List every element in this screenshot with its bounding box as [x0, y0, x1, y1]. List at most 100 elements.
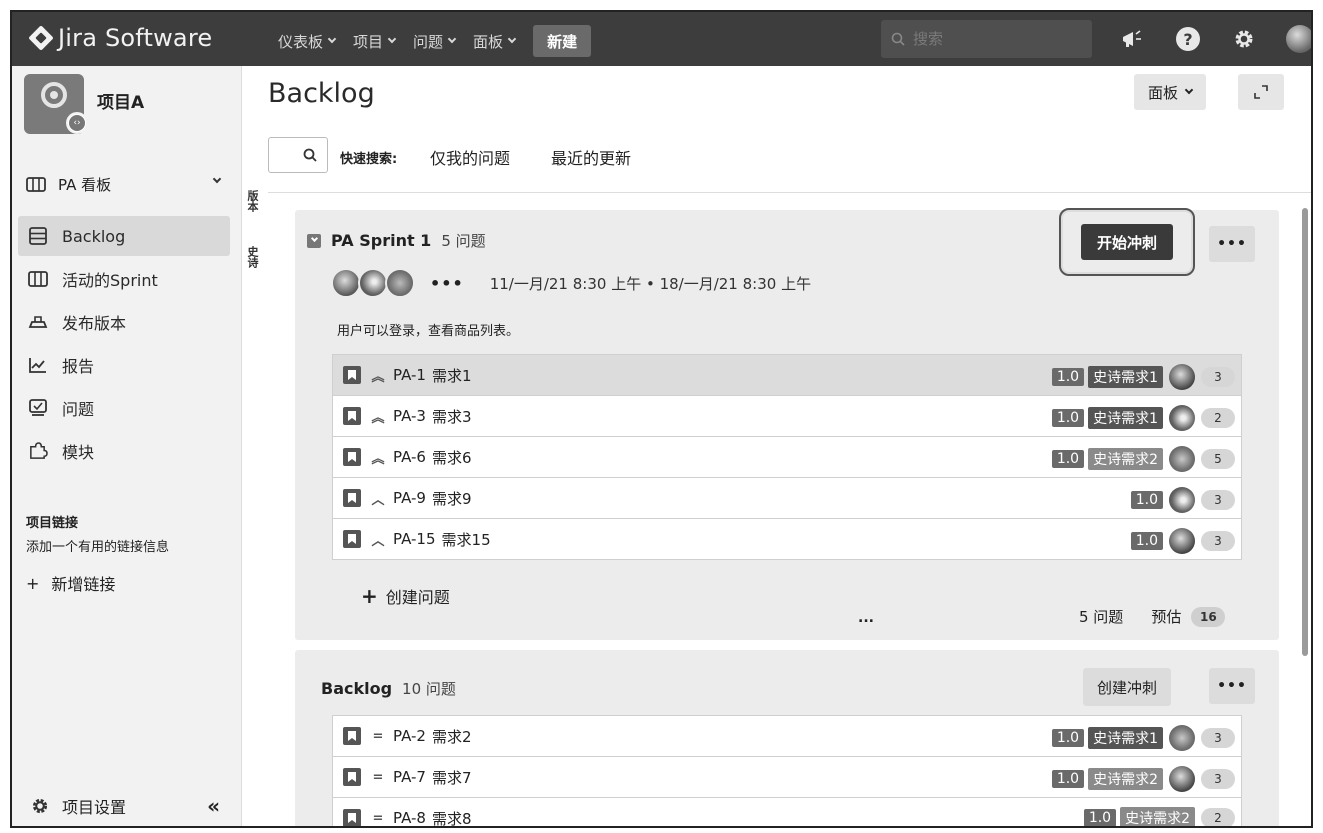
create-issue-label: 创建问题 — [385, 588, 450, 607]
version-badge[interactable]: 1.0 — [1130, 532, 1163, 550]
story-points: 2 — [1201, 808, 1235, 826]
sprint-goal: 用户可以登录，查看商品列表。 — [337, 324, 520, 339]
version-badge[interactable]: 1.0 — [1051, 450, 1085, 468]
issue-key[interactable]: PA-7 — [393, 768, 426, 786]
chart-icon — [28, 356, 48, 374]
sidebar-item-releases[interactable]: 发布版本 — [18, 302, 230, 342]
issue-key[interactable]: PA-6 — [393, 448, 426, 466]
version-badge[interactable]: 1.0 — [1051, 770, 1085, 788]
board-button[interactable]: 面板 — [1134, 74, 1207, 110]
issue-meta: 1.0 3 — [1130, 528, 1235, 554]
notifications-icon[interactable] — [1117, 24, 1147, 54]
backlog-more-button[interactable]: ••• — [1209, 668, 1255, 704]
issue-key[interactable]: PA-2 — [393, 727, 426, 745]
tab-epics[interactable]: 史诗 — [244, 246, 260, 268]
priority-normal-icon: = — [372, 810, 384, 826]
scrollbar[interactable] — [1302, 208, 1308, 656]
issue-summary: 需求1 — [431, 366, 472, 385]
table-row[interactable]: ︽ PA-3 需求3 1.0 史诗需求1 2 — [332, 395, 1242, 437]
collapse-sidebar-button[interactable]: « — [207, 794, 220, 818]
story-points: 3 — [1201, 531, 1235, 551]
assignee-avatar[interactable] — [1169, 364, 1195, 390]
issue-key[interactable]: PA-8 — [393, 809, 426, 826]
assignee-avatar[interactable] — [1169, 446, 1195, 472]
create-issue-button[interactable]: + 创建问题 — [361, 584, 450, 608]
divider — [268, 192, 1311, 193]
sidebar-item-components[interactable]: 模块 — [18, 431, 230, 471]
issue-key[interactable]: PA-15 — [393, 530, 436, 548]
expand-icon — [1254, 85, 1268, 99]
logo-text: Jira Software — [58, 24, 213, 52]
help-icon[interactable]: ? — [1173, 24, 1203, 54]
epic-badge[interactable]: 史诗需求2 — [1120, 807, 1195, 826]
table-row[interactable]: ︿ PA-9 需求9 1.0 3 — [332, 477, 1242, 519]
more-assignees-icon[interactable]: ••• — [430, 274, 464, 293]
table-row[interactable]: ︽ PA-1 需求1 1.0 史诗需求1 3 — [332, 354, 1242, 396]
issue-key[interactable]: PA-1 — [393, 366, 426, 384]
settings-icon[interactable] — [1229, 24, 1259, 54]
collapse-toggle-icon[interactable] — [307, 233, 321, 248]
sidebar-item-reports[interactable]: 报告 — [18, 345, 230, 385]
sidebar-item-backlog[interactable]: Backlog — [18, 216, 230, 256]
sidebar-item-issues[interactable]: 问题 — [18, 388, 230, 428]
epic-badge[interactable]: 史诗需求2 — [1088, 448, 1163, 470]
search-input[interactable] — [913, 30, 1083, 48]
issue-summary: 需求9 — [431, 489, 472, 508]
avatar[interactable] — [385, 268, 415, 298]
assignee-avatar[interactable] — [1169, 725, 1195, 751]
priority-normal-icon: = — [372, 728, 384, 744]
version-badge[interactable]: 1.0 — [1083, 809, 1117, 826]
version-badge[interactable]: 1.0 — [1051, 729, 1085, 747]
assignee-avatar[interactable] — [1169, 528, 1195, 554]
assignee-avatar[interactable] — [1169, 487, 1195, 513]
table-row[interactable]: ︽ PA-6 需求6 1.0 史诗需求2 5 — [332, 436, 1242, 478]
sidebar-item-label: Backlog — [62, 226, 126, 246]
epic-badge[interactable]: 史诗需求1 — [1088, 727, 1163, 749]
jira-logo[interactable]: Jira Software — [28, 24, 213, 52]
story-points: 2 — [1201, 408, 1235, 428]
nav-boards[interactable]: 面板 — [473, 26, 517, 56]
fullscreen-button[interactable] — [1238, 74, 1284, 110]
nav-dashboards[interactable]: 仪表板 — [278, 26, 337, 56]
sprint-name[interactable]: PA Sprint 1 — [331, 231, 431, 250]
profile-avatar[interactable] — [1285, 24, 1311, 54]
epic-badge[interactable]: 史诗需求1 — [1088, 407, 1163, 429]
sprint-more-button[interactable]: ••• — [1209, 226, 1255, 262]
filter-only-my-issues[interactable]: 仅我的问题 — [430, 145, 510, 169]
version-badge[interactable]: 1.0 — [1051, 368, 1085, 386]
table-row[interactable]: = PA-7 需求7 1.0 史诗需求2 3 — [332, 756, 1242, 798]
sidebar-item-active-sprint[interactable]: 活动的Sprint — [18, 259, 230, 299]
table-row[interactable]: = PA-2 需求2 1.0 史诗需求1 3 — [332, 715, 1242, 757]
issue-key[interactable]: PA-9 — [393, 489, 426, 507]
priority-medium-icon: ︿ — [371, 492, 385, 508]
issue-key[interactable]: PA-3 — [393, 407, 426, 425]
sprint-dates: 11/一月/21 8:30 上午 • 18/一月/21 8:30 上午 — [489, 274, 812, 293]
avatar[interactable] — [331, 268, 361, 298]
board-selector[interactable]: PA 看板 — [26, 174, 226, 195]
add-link-button[interactable]: + 新增链接 — [26, 571, 115, 595]
table-row[interactable]: ︿ PA-15 需求15 1.0 3 — [332, 518, 1242, 560]
search-box[interactable] — [881, 20, 1092, 58]
create-sprint-button[interactable]: 创建冲刺 — [1083, 668, 1172, 706]
sprint-footer-more[interactable]: ... — [858, 610, 874, 626]
create-button[interactable]: 新建 — [533, 25, 592, 57]
tab-versions[interactable]: 版本 — [244, 190, 260, 212]
assignee-avatar[interactable] — [1169, 766, 1195, 792]
ship-icon — [28, 313, 48, 331]
project-settings[interactable]: 项目设置 « — [30, 794, 220, 818]
version-badge[interactable]: 1.0 — [1130, 491, 1163, 509]
main-nav: 仪表板 项目 问题 面板 新建 — [278, 25, 592, 57]
quick-search-input[interactable] — [268, 137, 328, 173]
filter-recently-updated[interactable]: 最近的更新 — [551, 145, 631, 169]
avatar[interactable] — [358, 268, 388, 298]
nav-projects[interactable]: 项目 — [353, 26, 397, 56]
epic-badge[interactable]: 史诗需求1 — [1088, 366, 1163, 388]
nav-issues[interactable]: 问题 — [413, 26, 457, 56]
project-name[interactable]: 项目A — [97, 88, 144, 113]
table-row[interactable]: = PA-8 需求8 1.0 史诗需求2 2 — [332, 797, 1242, 826]
epic-badge[interactable]: 史诗需求2 — [1088, 768, 1163, 790]
start-sprint-button[interactable]: 开始冲刺 — [1080, 224, 1173, 260]
version-badge[interactable]: 1.0 — [1051, 409, 1085, 427]
assignee-avatar[interactable] — [1169, 405, 1195, 431]
chevron-down-icon — [1184, 85, 1194, 95]
